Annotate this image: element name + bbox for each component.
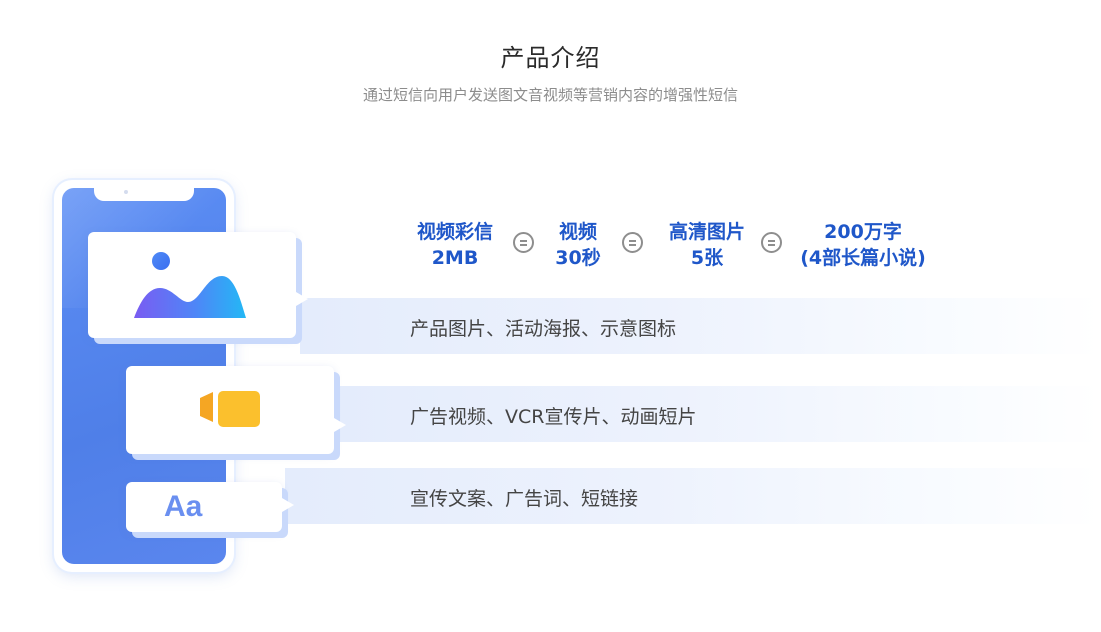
phone-notch: [94, 187, 194, 201]
spec-text-length-label: 200万字: [824, 221, 902, 243]
equals-icon: [622, 232, 643, 253]
spec-hd-images-label: 高清图片: [668, 221, 745, 243]
spec-text-length-value: (4部长篇小说): [800, 247, 926, 269]
text-card: [126, 482, 282, 532]
equals-icon: [513, 232, 534, 253]
spec-video-length-label: 视频: [558, 221, 597, 243]
spec-mms-size: 视频彩信 2MB: [405, 219, 505, 271]
spec-text-length: 200万字 (4部长篇小说): [787, 219, 939, 271]
video-card-tail: [334, 418, 346, 432]
page-subtitle: 通过短信向用户发送图文音视频等营销内容的增强性短信: [362, 86, 738, 104]
spec-hd-images: 高清图片 5张: [655, 219, 759, 271]
video-camera-icon: [200, 391, 260, 427]
feature-text-text: 宣传文案、广告词、短链接: [410, 488, 639, 510]
spec-mms-size-label: 视频彩信: [416, 221, 493, 243]
page-title: 产品介绍: [500, 44, 601, 72]
spec-hd-images-value: 5张: [690, 247, 724, 269]
equals-icon: [761, 232, 782, 253]
phone-camera-dot: [124, 190, 128, 194]
spec-video-length: 视频 30秒: [542, 219, 614, 271]
feature-text-images: 产品图片、活动海报、示意图标: [410, 318, 677, 340]
video-card: [126, 366, 334, 454]
spec-video-length-value: 30秒: [555, 247, 601, 269]
image-card: [88, 232, 296, 338]
image-icon: [134, 252, 246, 318]
feature-bar-text: [285, 468, 1100, 524]
text-card-tail: [282, 498, 294, 512]
spec-mms-size-value: 2MB: [431, 247, 479, 269]
text-icon: Aa: [164, 490, 203, 523]
feature-text-video: 广告视频、VCR宣传片、动画短片: [410, 406, 697, 428]
image-card-tail: [296, 292, 308, 306]
